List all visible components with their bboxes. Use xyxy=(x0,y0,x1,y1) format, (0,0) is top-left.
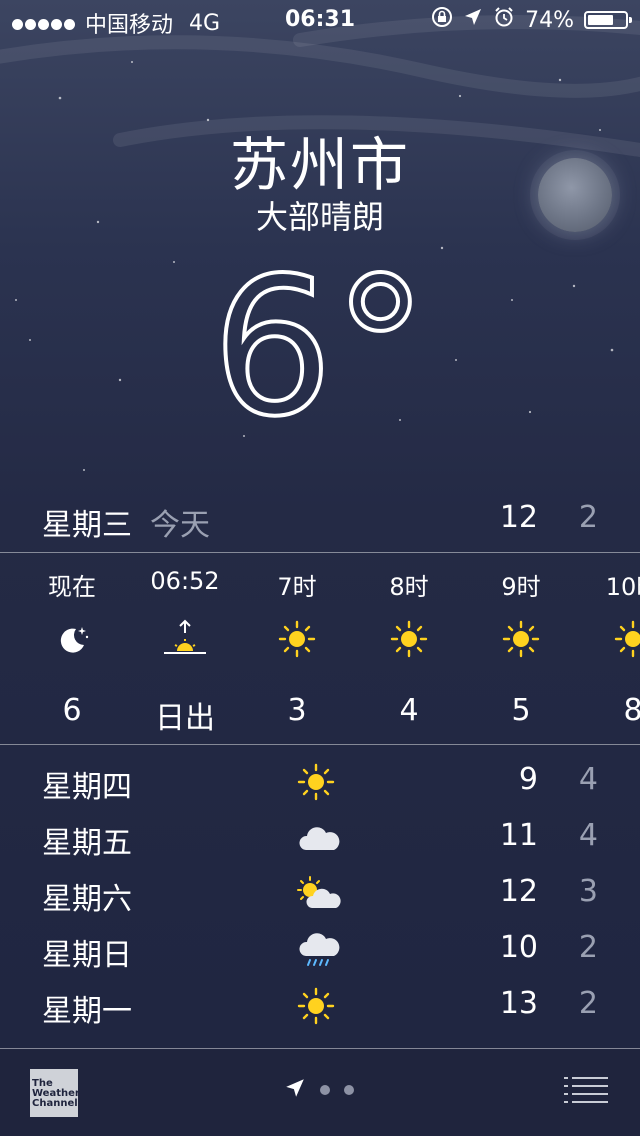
hour-item: 7时 3 xyxy=(242,553,352,743)
current-temperature: 6° 6° xyxy=(0,258,640,428)
daily-low: 2 xyxy=(578,986,598,1021)
hour-item: 8时 4 xyxy=(354,553,464,743)
battery-percent: 74% xyxy=(525,7,574,33)
hour-item: 9时 5 xyxy=(466,553,576,743)
daily-low: 2 xyxy=(578,930,598,965)
hour-label: 06:52 xyxy=(150,567,220,595)
today-summary-row: 星期三 今天 12 2 xyxy=(0,496,640,546)
daily-forecast-list[interactable]: 星期四 9 4 星期五 11 4 星期六 12 3 星期日 10 2 星期一 1… xyxy=(0,754,640,1034)
daily-row: 星期六 12 3 xyxy=(0,866,640,922)
sun-icon xyxy=(501,619,541,659)
daily-row: 星期五 11 4 xyxy=(0,810,640,866)
daily-row: 星期一 13 2 xyxy=(0,978,640,1034)
sun-icon xyxy=(296,762,342,802)
city-list-button[interactable] xyxy=(564,1075,608,1105)
hour-item: 现在 6 xyxy=(17,553,127,743)
sun-icon xyxy=(277,619,317,659)
daily-day: 星期四 xyxy=(42,770,132,805)
page-dot xyxy=(344,1085,354,1095)
hour-label: 现在 xyxy=(48,573,96,601)
status-bar: 中国移动 4G 06:31 74% xyxy=(0,0,640,40)
hour-label: 9时 xyxy=(501,573,541,601)
rain-icon xyxy=(296,930,342,970)
hour-item: 06:52 日出 xyxy=(130,553,240,743)
list-icon xyxy=(564,1077,608,1109)
hour-item: 10时 8 xyxy=(578,553,640,743)
partly-cloudy-icon xyxy=(296,874,342,914)
weather-channel-logo[interactable]: The Weather Channel xyxy=(30,1069,80,1117)
sun-icon xyxy=(389,619,429,659)
bottom-toolbar: The Weather Channel xyxy=(0,1049,640,1136)
hour-temp: 6 xyxy=(62,693,82,728)
hour-label: 7时 xyxy=(277,573,317,601)
svg-text:6°: 6° xyxy=(212,258,428,428)
daily-day: 星期五 xyxy=(42,826,132,861)
today-high: 12 xyxy=(499,500,538,535)
daily-row: 星期四 9 4 xyxy=(0,754,640,810)
sun-icon xyxy=(613,619,640,659)
moon-stars-icon xyxy=(52,619,92,659)
today-low: 2 xyxy=(578,500,598,535)
daily-high: 9 xyxy=(518,762,538,797)
daily-high: 10 xyxy=(499,930,538,965)
today-label: 今天 xyxy=(150,508,210,543)
battery-icon xyxy=(584,11,632,29)
hour-temp: 5 xyxy=(511,693,531,728)
daily-day: 星期日 xyxy=(42,938,132,973)
location-arrow-icon xyxy=(284,1077,306,1103)
hour-temp: 8 xyxy=(623,693,640,728)
cloud-icon xyxy=(296,818,342,858)
hour-temp: 日出 xyxy=(155,701,215,736)
daily-high: 11 xyxy=(499,818,538,853)
daily-high: 12 xyxy=(499,874,538,909)
divider xyxy=(0,744,640,745)
hour-temp: 3 xyxy=(287,693,307,728)
page-indicator[interactable] xyxy=(284,1077,354,1103)
rotation-lock-icon xyxy=(431,6,453,34)
daily-row: 星期日 10 2 xyxy=(0,922,640,978)
sunrise-icon xyxy=(163,619,206,659)
hour-label: 8时 xyxy=(389,573,429,601)
moon-icon xyxy=(538,158,612,232)
daily-low: 4 xyxy=(578,818,598,853)
alarm-icon xyxy=(493,6,515,34)
hourly-forecast-strip[interactable]: 现在 6 06:52 日出 7时 3 8时 4 9时 5 10时 xyxy=(0,553,640,743)
page-dot xyxy=(320,1085,330,1095)
hour-label: 10时 xyxy=(605,573,640,601)
daily-high: 13 xyxy=(499,986,538,1021)
sun-icon xyxy=(296,986,342,1026)
daily-day: 星期一 xyxy=(42,994,132,1029)
hour-temp: 4 xyxy=(399,693,419,728)
location-arrow-icon xyxy=(463,7,483,33)
daily-day: 星期六 xyxy=(42,882,132,917)
daily-low: 3 xyxy=(578,874,598,909)
today-day: 星期三 xyxy=(42,508,132,543)
daily-low: 4 xyxy=(578,762,598,797)
